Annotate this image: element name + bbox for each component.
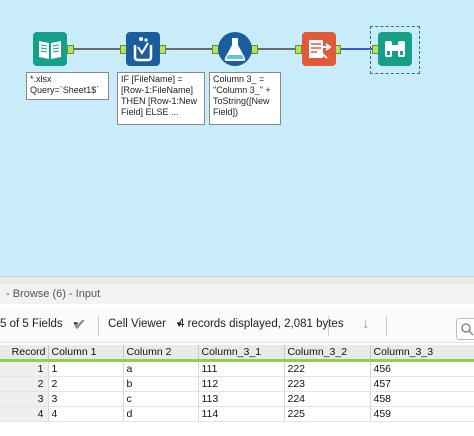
- fields-selector[interactable]: 5 of 5 Fields ▼: [0, 318, 80, 330]
- toolbar-separator: [386, 316, 387, 336]
- column-header[interactable]: Column_3_1: [198, 345, 285, 362]
- table-cell[interactable]: 113: [198, 391, 285, 407]
- record-cell: 4: [0, 406, 49, 422]
- table-cell[interactable]: d: [123, 406, 199, 422]
- table-cell[interactable]: 4: [48, 406, 124, 422]
- toolbar-separator: [328, 316, 329, 336]
- record-cell: 2: [0, 376, 49, 392]
- table-cell[interactable]: 223: [284, 376, 371, 392]
- table-cell[interactable]: 459: [370, 406, 474, 422]
- arrow-down-icon[interactable]: ↓: [362, 315, 370, 332]
- search-icon: [461, 323, 474, 336]
- table-cell[interactable]: a: [123, 360, 199, 377]
- table-cell[interactable]: 456: [370, 360, 474, 377]
- table-cell[interactable]: 111: [198, 360, 285, 377]
- fields-label: 5 of 5 Fields: [0, 318, 63, 330]
- table-cell[interactable]: 3: [48, 391, 124, 407]
- results-table: Record Column 1 Column 2 Column_3_1 Colu…: [0, 345, 474, 422]
- formula-tool[interactable]: [218, 32, 252, 66]
- table-cell[interactable]: b: [123, 376, 199, 392]
- connection-line: [68, 48, 128, 50]
- output-anchor[interactable]: [67, 45, 74, 54]
- table-header-row: Record Column 1 Column 2 Column_3_1 Colu…: [0, 345, 474, 362]
- checkmark-icon[interactable]: ✔: [73, 315, 86, 335]
- table-row[interactable]: 3 3 c 113 224 458: [0, 391, 474, 407]
- table-cell[interactable]: c: [123, 391, 199, 407]
- select-records-icon: [309, 40, 332, 59]
- table-cell[interactable]: 222: [284, 360, 371, 377]
- table-row[interactable]: 4 4 d 114 225 459: [0, 406, 474, 422]
- table-row[interactable]: 1 1 a 111 222 456: [0, 360, 474, 377]
- search-input[interactable]: [456, 318, 474, 340]
- output-anchor[interactable]: [251, 45, 258, 54]
- browse-tool[interactable]: [378, 32, 412, 66]
- results-panel-title: - Browse (6) - Input: [0, 284, 474, 304]
- results-toolbar: 5 of 5 Fields ▼ ✔ Cell Viewer ▼ 4 record…: [0, 310, 474, 343]
- workflow-canvas[interactable]: *.xlsx Query=`Sheet1$` IF [FileName] = […: [0, 0, 474, 276]
- records-info: 4 records displayed, 2,081 bytes: [178, 318, 344, 330]
- table-cell[interactable]: 224: [284, 391, 371, 407]
- flask-icon: [224, 38, 246, 61]
- select-tool[interactable]: [302, 32, 336, 66]
- record-cell: 3: [0, 391, 49, 407]
- table-cell[interactable]: 1: [48, 360, 124, 377]
- input-data-tool[interactable]: [33, 32, 67, 66]
- table-cell[interactable]: 225: [284, 406, 371, 422]
- output-anchor[interactable]: [159, 45, 166, 54]
- multi-row-formula-icon: [133, 37, 153, 62]
- column-header[interactable]: Column 2: [123, 345, 199, 362]
- column-header[interactable]: Column_3_2: [284, 345, 371, 362]
- book-icon: [39, 41, 61, 59]
- table-cell[interactable]: 457: [370, 376, 474, 392]
- multi-row-formula-tool[interactable]: [126, 32, 160, 66]
- connection-line: [336, 48, 372, 50]
- table-cell[interactable]: 112: [198, 376, 285, 392]
- table-cell[interactable]: 114: [198, 406, 285, 422]
- connection-line: [160, 48, 220, 50]
- column-header[interactable]: Column_3_3: [370, 345, 474, 362]
- arrow-up-icon[interactable]: ↑: [338, 315, 346, 332]
- multirow-formula-annotation: IF [FileName] = [Row-1:FileName] THEN [R…: [117, 72, 205, 125]
- input-anchor[interactable]: [295, 45, 302, 54]
- column-header-record[interactable]: Record: [0, 345, 49, 362]
- table-cell[interactable]: 458: [370, 391, 474, 407]
- cell-viewer-label: Cell Viewer: [108, 318, 166, 330]
- record-cell: 1: [0, 360, 49, 377]
- toolbar-separator: [98, 316, 99, 336]
- cell-viewer-selector[interactable]: Cell Viewer ▼: [108, 318, 183, 330]
- table-cell[interactable]: 2: [48, 376, 124, 392]
- input-annotation: *.xlsx Query=`Sheet1$`: [26, 72, 109, 100]
- table-row[interactable]: 2 2 b 112 223 457: [0, 376, 474, 392]
- binoculars-icon: [385, 41, 405, 57]
- column-header[interactable]: Column 1: [48, 345, 124, 362]
- formula-annotation: Column 3_ = "Column 3_" + ToString([New …: [209, 72, 281, 125]
